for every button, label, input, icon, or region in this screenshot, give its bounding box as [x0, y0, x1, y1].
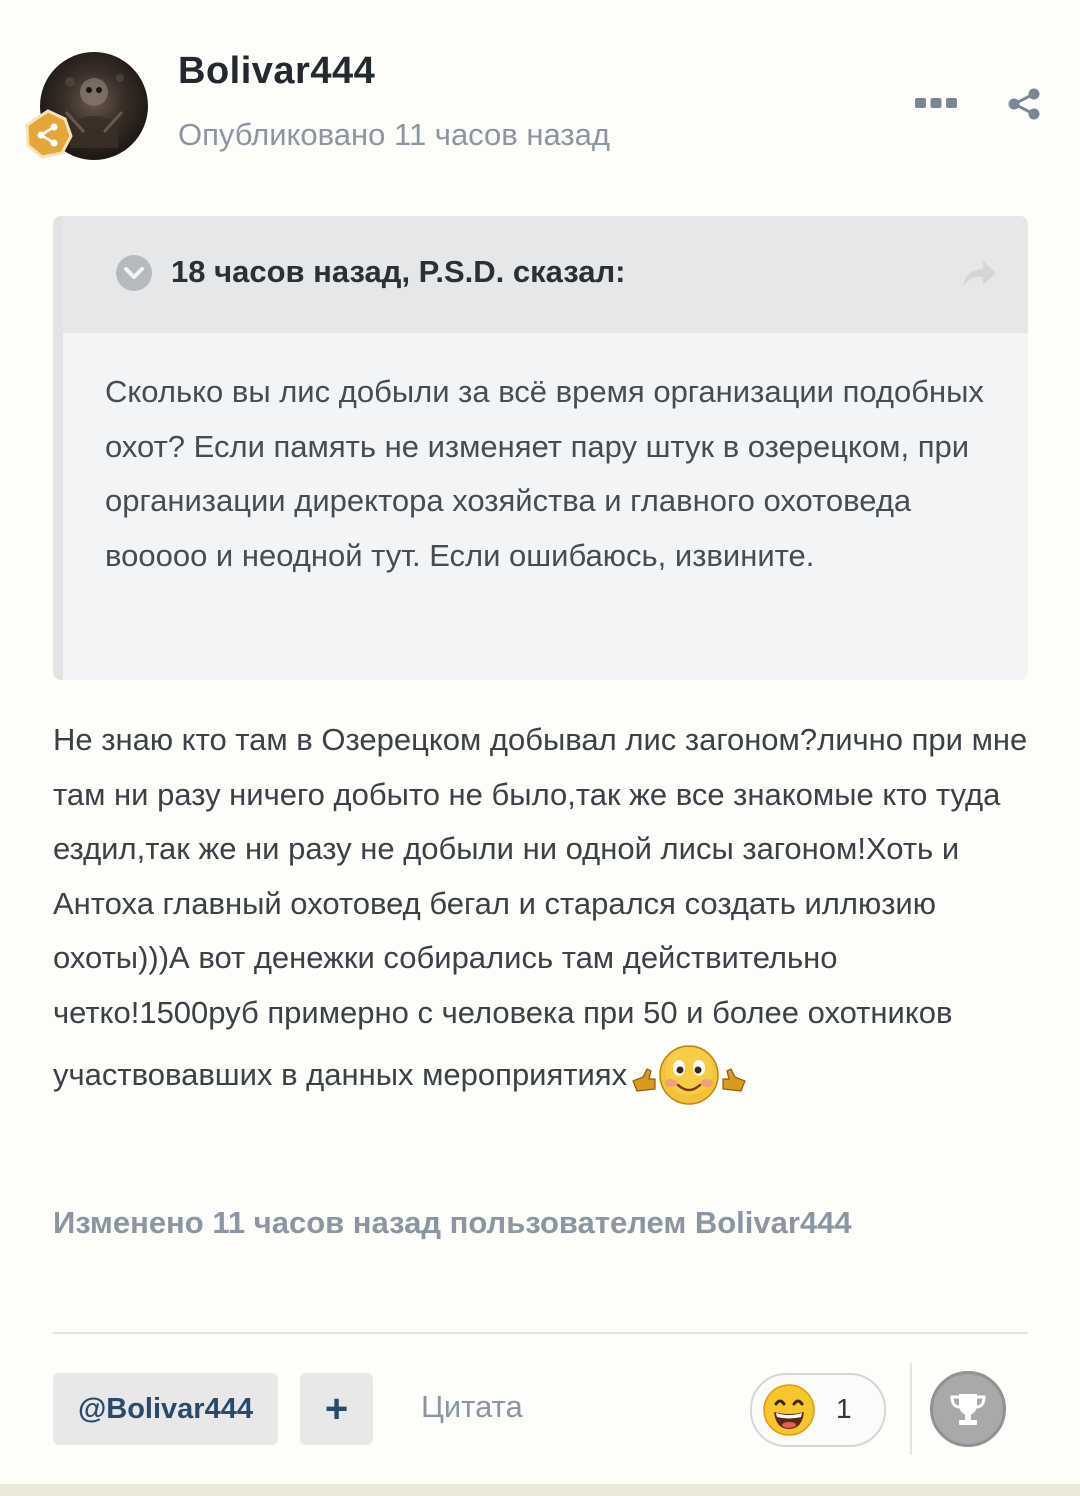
- post-body-text: Не знаю кто там в Озерецком добывал лис …: [53, 722, 1036, 1092]
- footer-divider: [53, 1332, 1028, 1334]
- thumbs-up-smiley-icon: [632, 1044, 746, 1105]
- quote-text: Сколько вы лис добыли за всё время орган…: [105, 374, 984, 573]
- rank-badge-icon: [25, 109, 73, 159]
- mention-button[interactable]: @Bolivar444: [53, 1373, 278, 1445]
- share-icon[interactable]: [1006, 86, 1042, 122]
- quote-button[interactable]: Цитата: [421, 1389, 523, 1425]
- multiquote-add-button[interactable]: +: [300, 1373, 373, 1445]
- reaction-count: 1: [836, 1393, 852, 1424]
- post-timestamp: Опубликовано 11 часов назад: [178, 117, 610, 152]
- author-name[interactable]: Bolivar444: [178, 50, 375, 93]
- edited-note: Изменено 11 часов назад пользователем Bo…: [53, 1205, 852, 1240]
- forum-post: Bolivar444 Опубликовано 11 часов назад 1…: [0, 0, 1080, 1484]
- quote-accent-bar: [53, 216, 63, 680]
- page-bottom-strip: [0, 1484, 1080, 1496]
- footer-separator: [910, 1363, 912, 1455]
- trophy-icon: [950, 1394, 986, 1425]
- ellipsis-icon[interactable]: [914, 95, 958, 111]
- post-body: Не знаю кто там в Озерецком добывал лис …: [53, 713, 1038, 1107]
- reaction-summary[interactable]: 1: [750, 1373, 886, 1447]
- chevron-down-icon[interactable]: [115, 254, 153, 292]
- trophy-button[interactable]: [930, 1371, 1006, 1447]
- laughing-emoji-icon: [763, 1384, 815, 1436]
- go-to-quote-icon[interactable]: [959, 256, 999, 290]
- quote-header: 18 часов назад, P.S.D. сказал:: [63, 216, 1028, 333]
- author-avatar[interactable]: [25, 52, 148, 160]
- quote-citation: 18 часов назад, P.S.D. сказал:: [171, 254, 626, 289]
